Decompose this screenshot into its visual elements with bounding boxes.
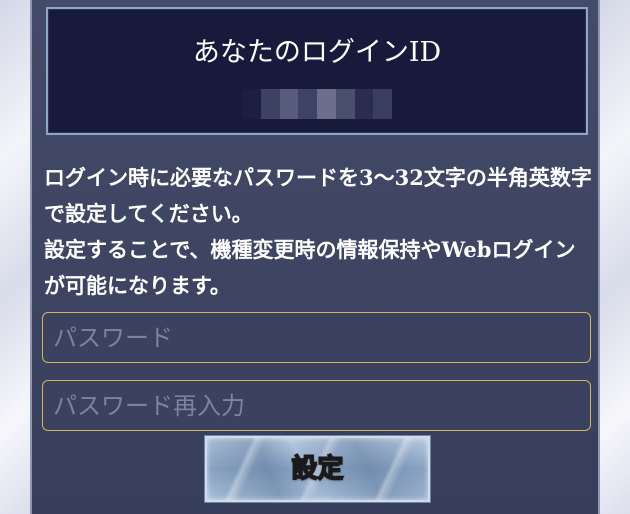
mosaic-block <box>298 89 317 119</box>
instruction-paragraph-1: ログイン時に必要なパスワードを3〜32文字の半角英数字で設定してください。 <box>44 165 592 226</box>
set-password-button[interactable]: 設定 <box>205 436 430 502</box>
password-input[interactable] <box>42 312 591 363</box>
mosaic-block <box>279 89 299 119</box>
instruction-text: ログイン時に必要なパスワードを3〜32文字の半角英数字で設定してください。 設定… <box>44 160 596 304</box>
password-settings-panel: あなたのログインID ログイン時に必要なパスワードを3〜32文字の半角英数字で設… <box>30 0 600 514</box>
mosaic-block <box>335 89 355 119</box>
mosaic-block <box>354 89 374 119</box>
login-id-value-redacted <box>242 89 392 119</box>
login-id-title: あなたのログインID <box>192 37 442 68</box>
login-id-box: あなたのログインID <box>46 7 588 135</box>
mosaic-block <box>373 89 392 119</box>
left-background-decoration <box>0 0 30 514</box>
password-confirm-input[interactable] <box>42 380 591 431</box>
mosaic-block <box>242 89 261 119</box>
right-background-decoration <box>600 0 630 514</box>
instruction-paragraph-2: 設定することで、機種変更時の情報保持やWebログインが可能になります。 <box>44 237 576 298</box>
mosaic-block <box>317 89 336 119</box>
set-password-button-label: 設定 <box>291 453 345 485</box>
mosaic-block <box>260 89 280 119</box>
